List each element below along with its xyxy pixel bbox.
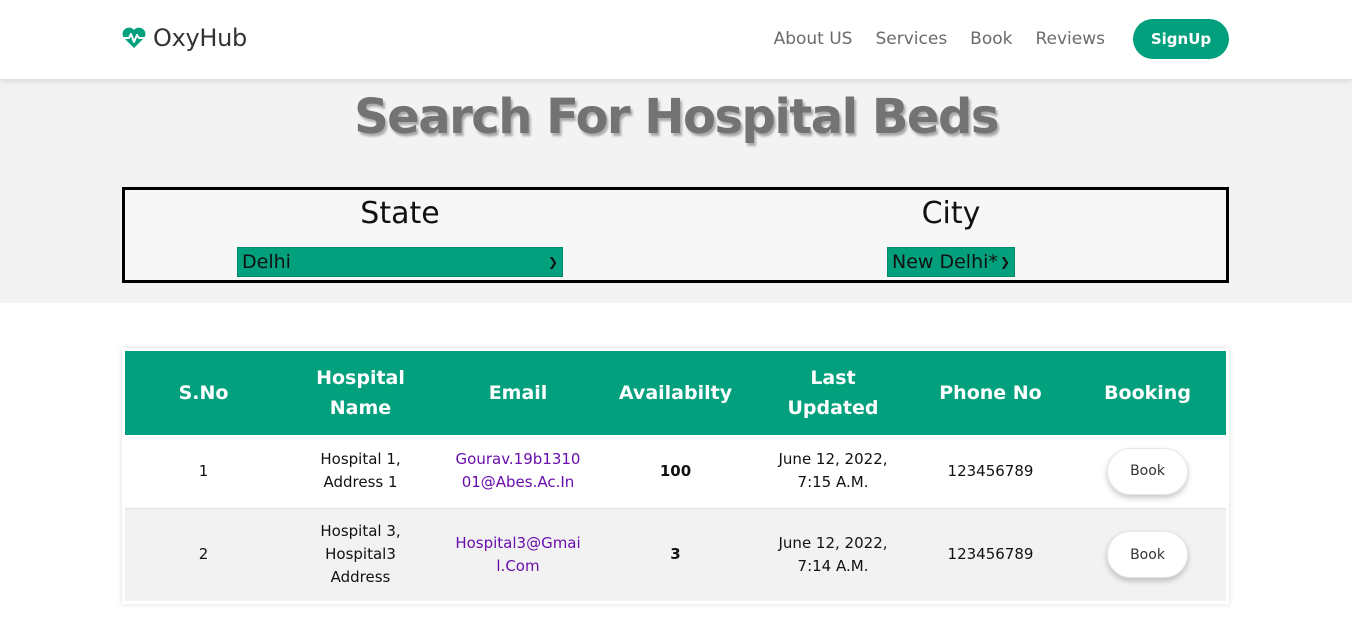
- hospital-table: S.No Hospital Name Email Availabilty Las…: [125, 351, 1226, 601]
- navbar: OxyHub About US Services Book Reviews Si…: [0, 0, 1352, 79]
- page-title: Search For Hospital Beds: [354, 89, 999, 145]
- cell-last-updated: June 12, 2022, 7:14 A.M.: [778, 533, 888, 575]
- city-select-value: New Delhi*: [892, 251, 998, 273]
- signup-button[interactable]: SignUp: [1133, 19, 1229, 59]
- brand-logo[interactable]: OxyHub: [121, 22, 247, 54]
- header-availability: Availabilty: [618, 382, 733, 404]
- state-select[interactable]: Delhi ❯: [237, 247, 563, 277]
- cell-email[interactable]: Gourav.19b131001@Abes.Ac.In: [439, 435, 597, 508]
- cell-availability: 100: [659, 461, 692, 480]
- cell-hospital-name: Hospital 3, Hospital3 Address: [320, 522, 401, 587]
- cell-email[interactable]: Hospital3@Gmail.Com: [439, 508, 597, 601]
- filter-box: State Delhi ❯ City New Delhi* ❯: [122, 187, 1229, 283]
- nav-link-book[interactable]: Book: [970, 29, 1012, 49]
- nav-link-reviews[interactable]: Reviews: [1035, 29, 1105, 49]
- header-booking: Booking: [1104, 382, 1191, 404]
- cell-booking: Book: [1069, 508, 1226, 601]
- cell-phone: 123456789: [947, 461, 1034, 480]
- state-label: State: [360, 196, 440, 231]
- city-filter: City New Delhi* ❯: [887, 190, 1015, 277]
- nav-link-about[interactable]: About US: [774, 29, 853, 49]
- book-button[interactable]: Book: [1107, 447, 1188, 495]
- table-row: 2 Hospital 3, Hospital3 Address Hospital…: [125, 508, 1226, 601]
- state-select-value: Delhi: [242, 251, 291, 273]
- heart-pulse-icon: [122, 27, 146, 48]
- state-filter: State Delhi ❯: [237, 190, 563, 277]
- nav-links: About US Services Book Reviews SignUp: [774, 19, 1229, 59]
- brand-name: OxyHub: [153, 24, 247, 52]
- search-section: Search For Hospital Beds State Delhi ❯ C…: [0, 79, 1352, 303]
- header-hospital-name: Hospital Name: [316, 367, 405, 419]
- chevron-down-icon: ❯: [547, 255, 558, 269]
- cell-hospital-name: Hospital 1, Address 1: [320, 450, 401, 492]
- header-last-updated: Last Updated: [787, 367, 879, 419]
- chevron-down-icon: ❯: [999, 255, 1010, 269]
- hospital-table-container: S.No Hospital Name Email Availabilty Las…: [122, 348, 1229, 604]
- header-phone: Phone No: [939, 382, 1042, 404]
- cell-sno: 2: [198, 545, 209, 564]
- book-button[interactable]: Book: [1107, 531, 1188, 579]
- city-label: City: [921, 196, 981, 231]
- cell-availability: 3: [670, 545, 681, 564]
- nav-link-services[interactable]: Services: [875, 29, 947, 49]
- cell-booking: Book: [1069, 435, 1226, 508]
- table-row: 1 Hospital 1, Address 1 Gourav.19b131001…: [125, 435, 1226, 508]
- header-sno: S.No: [178, 382, 229, 404]
- city-select[interactable]: New Delhi* ❯: [887, 247, 1015, 277]
- cell-sno: 1: [198, 461, 209, 480]
- cell-last-updated: June 12, 2022, 7:15 A.M.: [778, 450, 888, 492]
- header-email: Email: [488, 382, 548, 404]
- cell-phone: 123456789: [947, 545, 1034, 564]
- table-header-row: S.No Hospital Name Email Availabilty Las…: [125, 351, 1226, 435]
